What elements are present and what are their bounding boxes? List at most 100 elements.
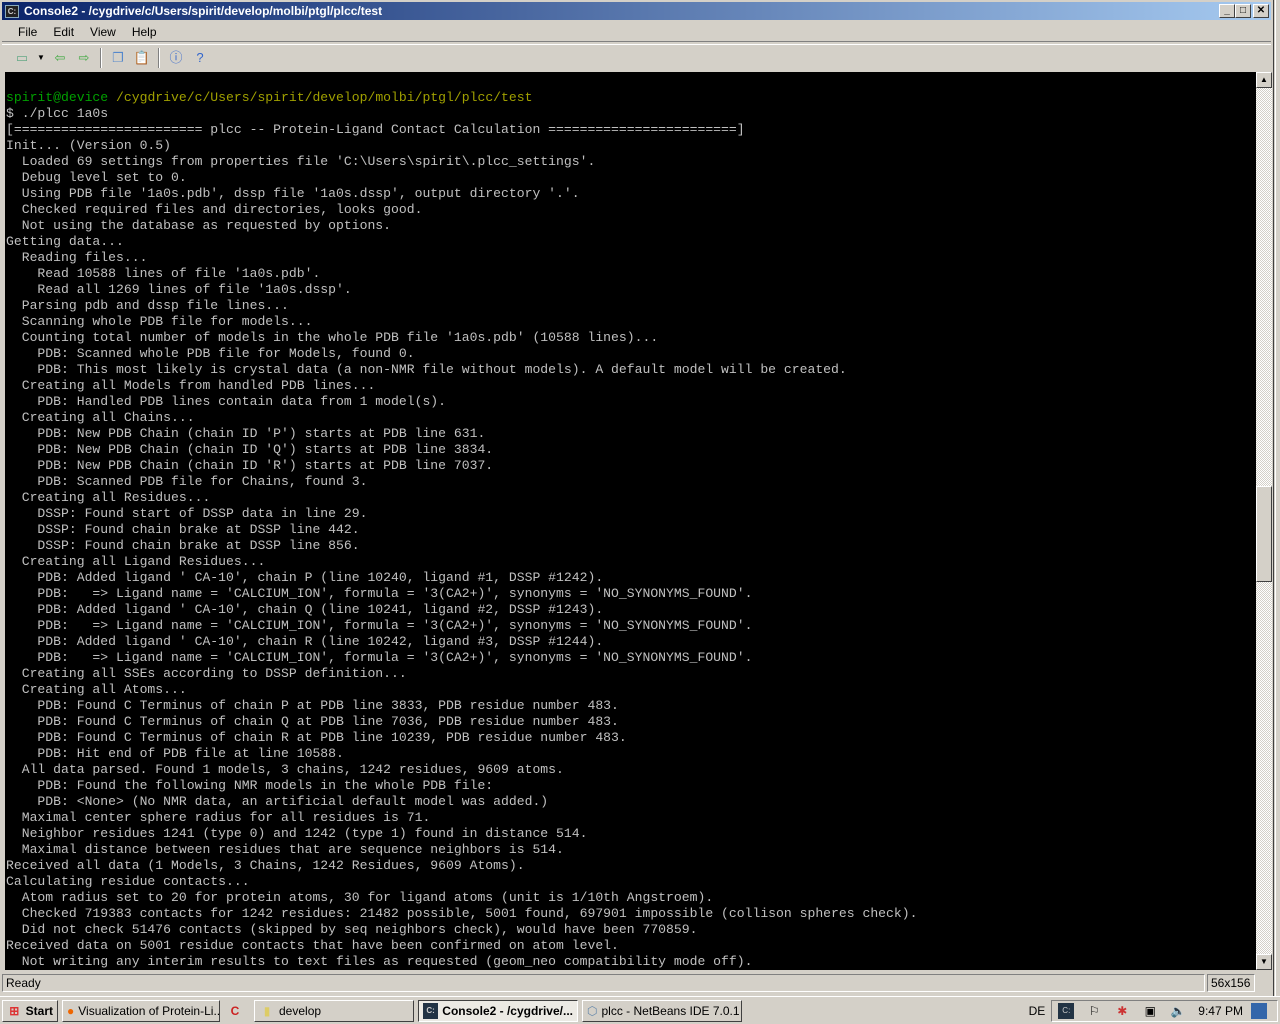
console-line: PDB: New PDB Chain (chain ID 'P') starts… — [6, 426, 486, 441]
volume-icon[interactable]: 🔈 — [1170, 1003, 1186, 1019]
console-line: PDB: Scanned whole PDB file for Models, … — [6, 346, 415, 361]
clock[interactable]: 9:47 PM — [1198, 1004, 1243, 1018]
show-desktop-icon[interactable] — [1251, 1002, 1267, 1019]
dropdown-arrow-icon[interactable]: ▼ — [37, 50, 45, 66]
task-console2[interactable]: C: Console2 - /cygdrive/... — [418, 999, 578, 1022]
menu-bar: File Edit View Help — [2, 22, 1271, 42]
console-line: PDB: Added ligand ' CA-10', chain Q (lin… — [6, 602, 604, 617]
toolbar-separator — [100, 47, 102, 68]
console-line: Using PDB file '1a0s.pdb', dssp file '1a… — [6, 186, 580, 201]
console-line: PDB: Added ligand ' CA-10', chain P (lin… — [6, 570, 604, 585]
language-indicator[interactable]: DE — [1029, 1004, 1046, 1018]
console-line: [======================== plcc -- Protei… — [6, 122, 745, 137]
minimize-button[interactable]: _ — [1219, 4, 1235, 18]
status-bar: Ready 56x156 — [2, 973, 1271, 993]
console-line: DSSP: Found chain brake at DSSP line 856… — [6, 538, 360, 553]
console-line: Neighbor residues 1241 (type 0) and 1242… — [6, 826, 588, 841]
console-line: PDB: => Ligand name = 'CALCIUM_ION', for… — [6, 650, 753, 665]
console-line: PDB: New PDB Chain (chain ID 'Q') starts… — [6, 442, 494, 457]
console-line: PDB: Handled PDB lines contain data from… — [6, 394, 447, 409]
console-scrollbar[interactable]: ▲ ▼ — [1256, 72, 1272, 970]
console-line: Calculating residue contacts... — [6, 874, 250, 889]
menu-help[interactable]: Help — [124, 25, 165, 39]
folder-icon: ▮ — [263, 1003, 271, 1018]
console-line: Getting data... — [6, 234, 124, 249]
console-line: Read 10588 lines of file '1a0s.pdb'. — [6, 266, 321, 281]
console-line: PDB: New PDB Chain (chain ID 'R') starts… — [6, 458, 494, 473]
console-tray-icon[interactable]: C: — [1058, 1002, 1075, 1019]
network-icon[interactable]: ▣ — [1142, 1003, 1158, 1019]
console-line: Checked required files and directories, … — [6, 202, 423, 217]
flag-icon[interactable]: ⚐ — [1086, 1003, 1102, 1019]
info-icon[interactable]: ⓘ — [167, 50, 185, 66]
console-line: Counting total number of models in the w… — [6, 330, 659, 345]
bug-icon[interactable]: ✱ — [1114, 1003, 1130, 1019]
console-line: PDB: Found C Terminus of chain Q at PDB … — [6, 714, 619, 729]
console-line: Not writing any interim results to text … — [6, 954, 753, 969]
prompt-path: /cygdrive/c/Users/spirit/develop/molbi/p… — [116, 90, 533, 105]
console-line: Scanning whole PDB file for models... — [6, 314, 313, 329]
console-line: Read all 1269 lines of file '1a0s.dssp'. — [6, 282, 352, 297]
console-line: PDB: Added ligand ' CA-10', chain R (lin… — [6, 634, 604, 649]
console-line: PDB: This most likely is crystal data (a… — [6, 362, 847, 377]
console-line: DSSP: Found chain brake at DSSP line 442… — [6, 522, 360, 537]
console-line: PDB: => Ligand name = 'CALCIUM_ION', for… — [6, 586, 753, 601]
maximize-button[interactable]: □ — [1235, 4, 1251, 18]
task-develop-folder[interactable]: ▮ develop — [254, 999, 414, 1022]
console-line: Creating all Ligand Residues... — [6, 554, 266, 569]
console-line: PDB: Found C Terminus of chain R at PDB … — [6, 730, 627, 745]
new-tab-icon[interactable]: ▭ — [13, 50, 31, 66]
console-line: PDB: <None> (No NMR data, an artificial … — [6, 794, 549, 809]
console-line: Not using the database as requested by o… — [6, 218, 392, 233]
console-line: Debug level set to 0. — [6, 170, 187, 185]
console-line: All data parsed. Found 1 models, 3 chain… — [6, 762, 564, 777]
next-tab-icon[interactable]: ⇨ — [75, 50, 93, 66]
menu-view[interactable]: View — [82, 25, 124, 39]
paste-icon[interactable]: 📋 — [133, 50, 151, 66]
task-firefox[interactable]: ● Visualization of Protein-Li... — [62, 999, 220, 1022]
console-line: Reading files... — [6, 250, 148, 265]
console-icon: C: — [423, 1002, 439, 1019]
task-netbeans[interactable]: ⬡ plcc - NetBeans IDE 7.0.1 — [582, 999, 742, 1022]
console-line: Atom radius set to 20 for protein atoms,… — [6, 890, 714, 905]
console-line: Parsing pdb and dssp file lines... — [6, 298, 289, 313]
previous-tab-icon[interactable]: ⇦ — [51, 50, 69, 66]
firefox-icon: ● — [67, 1003, 75, 1018]
console-line: Creating all SSEs according to DSSP defi… — [6, 666, 407, 681]
scroll-down-button[interactable]: ▼ — [1256, 954, 1272, 970]
console-line: PDB: Found C Terminus of chain P at PDB … — [6, 698, 619, 713]
title-bar[interactable]: C: Console2 - /cygdrive/c/Users/spirit/d… — [2, 2, 1271, 20]
console-line: Loaded 69 settings from properties file … — [6, 154, 596, 169]
background-window-scrollbar[interactable] — [1275, 0, 1280, 996]
prompt-user: spirit@device — [6, 90, 109, 105]
start-button[interactable]: ⊞ Start — [2, 999, 58, 1022]
toolbar-separator — [158, 47, 160, 68]
start-label: Start — [25, 1003, 53, 1018]
task-label: Visualization of Protein-Li... — [78, 1003, 220, 1018]
scroll-up-button[interactable]: ▲ — [1256, 72, 1272, 88]
console-line: PDB: Hit end of PDB file at line 10588. — [6, 746, 344, 761]
console-line: PDB: => Ligand name = 'CALCIUM_ION', for… — [6, 618, 753, 633]
console2-window: C: Console2 - /cygdrive/c/Users/spirit/d… — [0, 0, 1274, 996]
toolbar: ▭ ▼ ⇦ ⇨ ❐ 📋 ⓘ ? — [2, 44, 1271, 70]
task-label: plcc - NetBeans IDE 7.0.1 — [601, 1003, 740, 1018]
scrollbar-thumb[interactable] — [1256, 486, 1272, 582]
console-line: PDB: Scanned PDB file for Chains, found … — [6, 474, 368, 489]
console-line: Did not check 51476 contacts (skipped by… — [6, 922, 698, 937]
menu-file[interactable]: File — [10, 25, 45, 39]
task-ccleaner[interactable]: C — [224, 1000, 250, 1022]
console-line: Maximal distance between residues that a… — [6, 842, 564, 857]
console-output[interactable]: spirit@device /cygdrive/c/Users/spirit/d… — [5, 72, 1256, 970]
close-button[interactable]: ✕ — [1253, 4, 1269, 18]
copy-icon[interactable]: ❐ — [109, 50, 127, 66]
console-line: DSSP: Found start of DSSP data in line 2… — [6, 506, 368, 521]
console-line: Creating all Residues... — [6, 490, 211, 505]
help-icon[interactable]: ? — [191, 50, 209, 66]
taskbar: ⊞ Start ● Visualization of Protein-Li... C… — [0, 996, 1280, 1024]
ccleaner-icon: C — [230, 1003, 240, 1018]
console-line: Received data on 5001 residue contacts t… — [6, 938, 619, 953]
console-line: Creating all Models from handled PDB lin… — [6, 378, 376, 393]
console-line: Creating all Atoms... — [6, 682, 187, 697]
menu-edit[interactable]: Edit — [45, 25, 82, 39]
console-size: 56x156 — [1207, 974, 1255, 992]
